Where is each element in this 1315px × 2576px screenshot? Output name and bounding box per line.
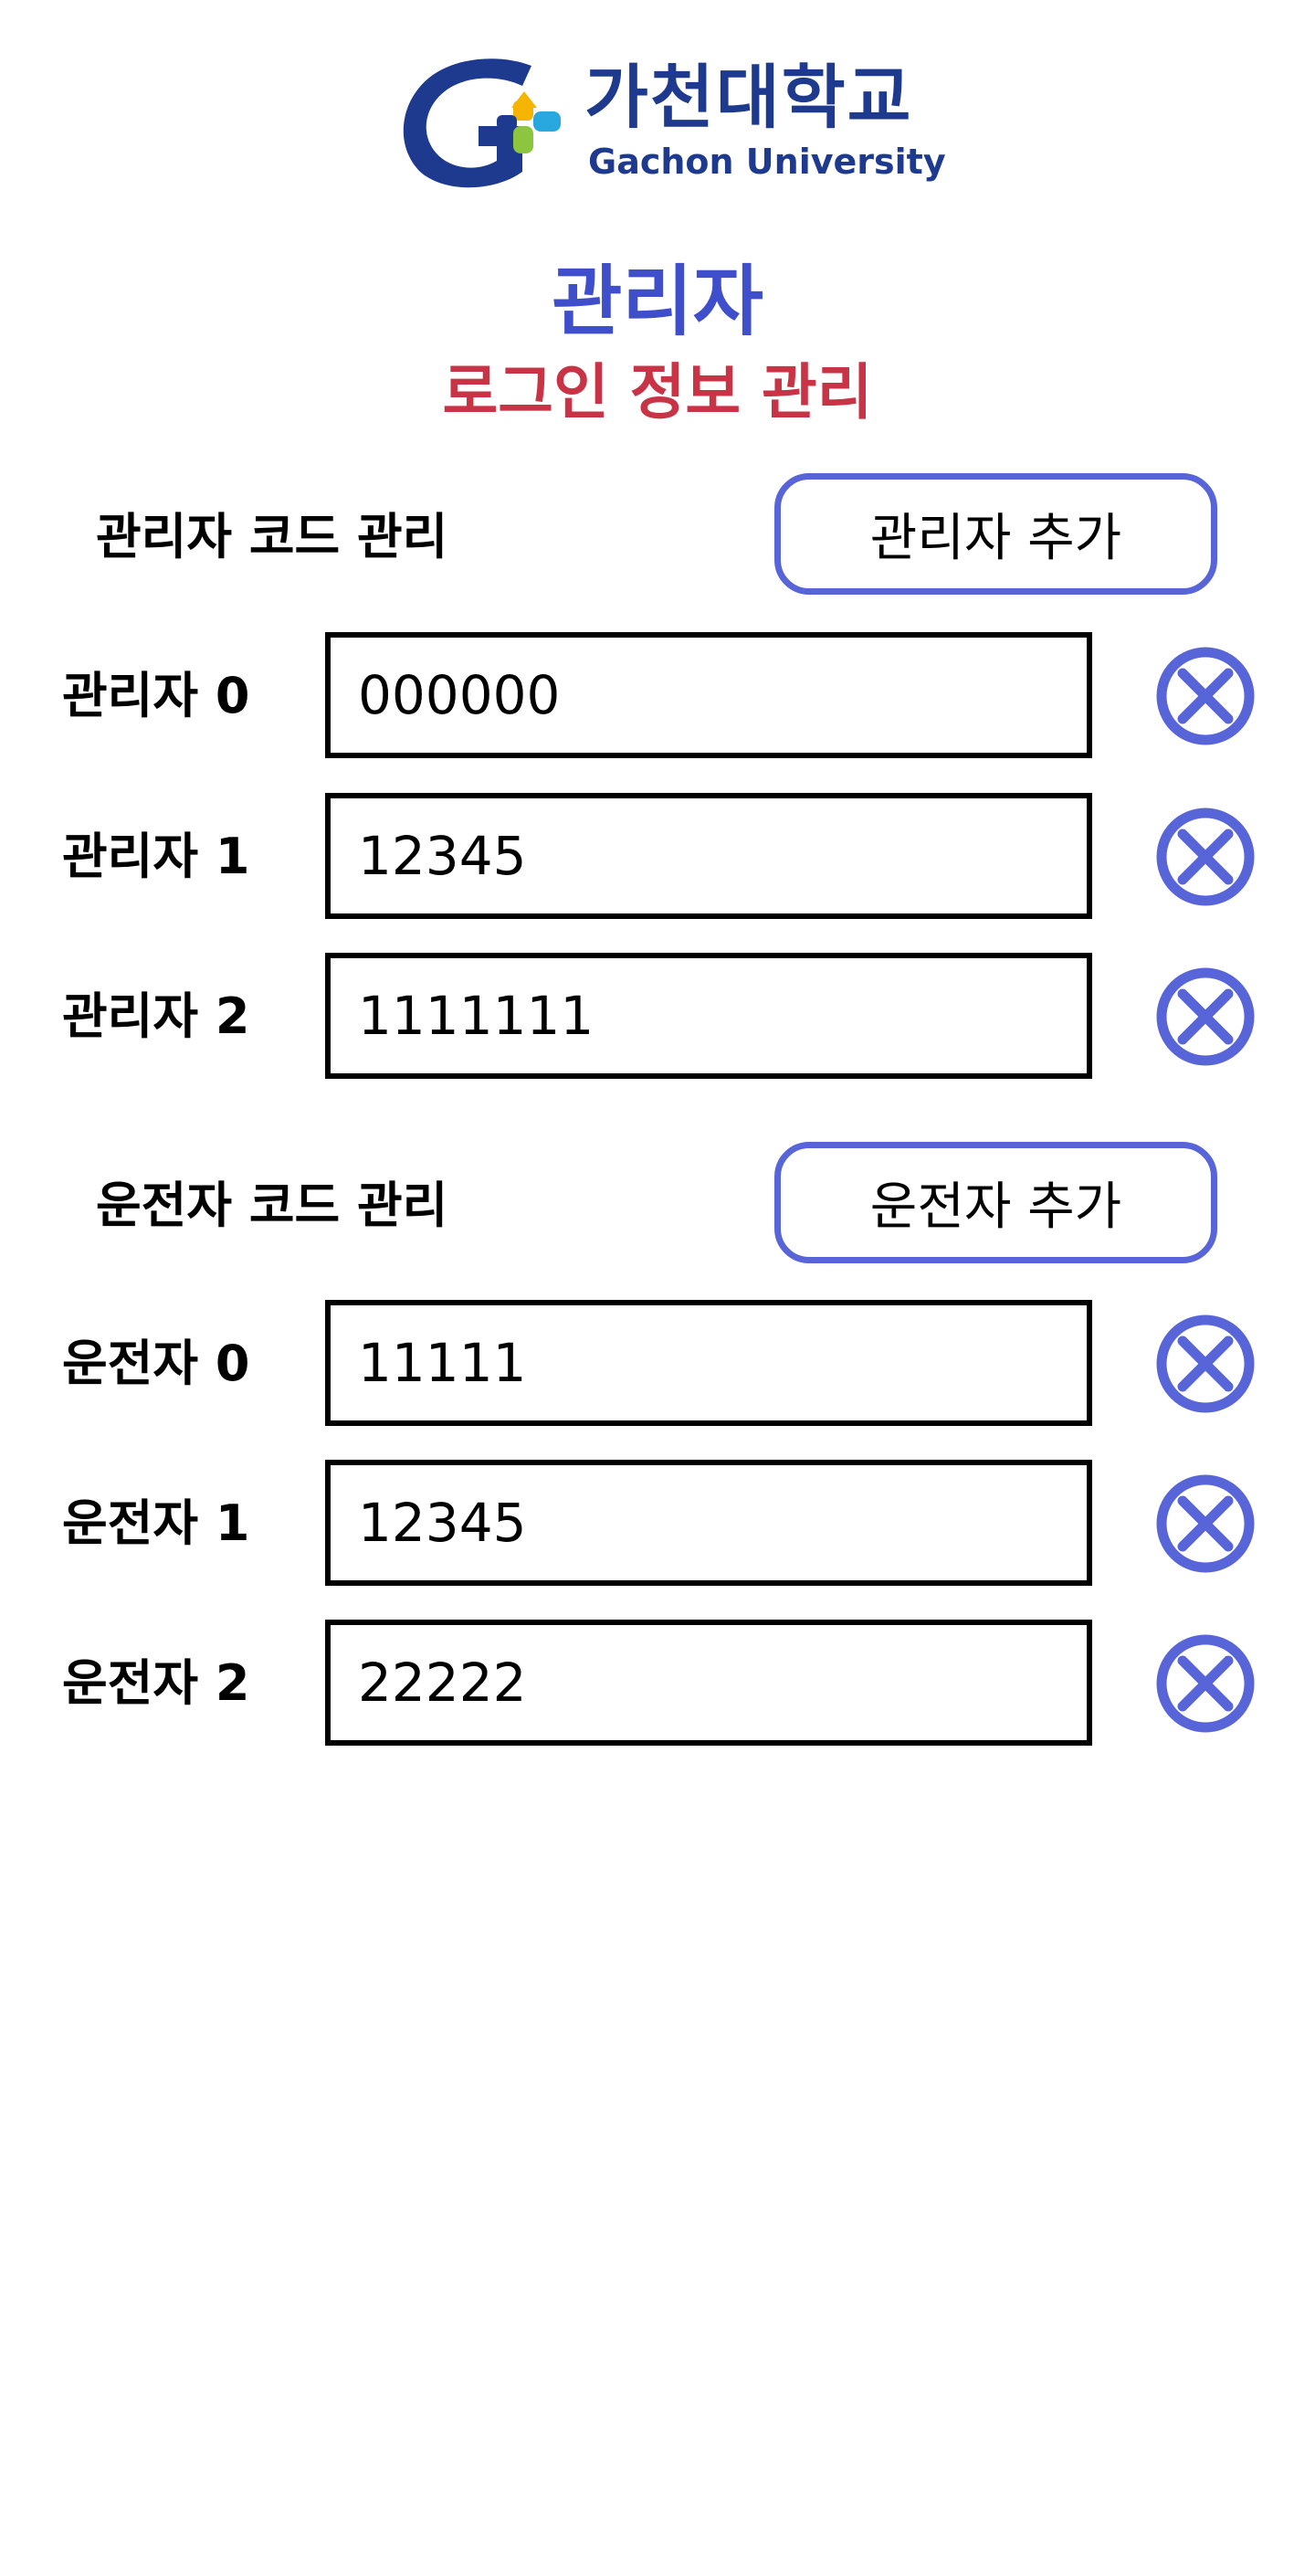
- admin-row: 관리자 2: [0, 953, 1315, 1081]
- driver-row-label: 운전자 0: [62, 1335, 250, 1392]
- close-circle-icon: [1156, 808, 1255, 906]
- add-admin-button[interactable]: 관리자 추가: [774, 473, 1217, 595]
- driver-row: 운전자 1: [0, 1460, 1315, 1588]
- admin-row: 관리자 0: [0, 632, 1315, 760]
- admin-section-header: 관리자 코드 관리 관리자 추가: [0, 473, 1315, 601]
- driver-code-input[interactable]: [325, 1620, 1092, 1746]
- add-driver-button[interactable]: 운전자 추가: [774, 1142, 1217, 1263]
- driver-row: 운전자 0: [0, 1300, 1315, 1428]
- admin-row-label: 관리자 0: [62, 667, 250, 724]
- delete-admin-button[interactable]: [1155, 966, 1256, 1067]
- logo-korean-name: 가천대학교: [584, 57, 913, 138]
- admin-code-input[interactable]: [325, 793, 1092, 919]
- admin-row-label: 관리자 1: [62, 828, 250, 885]
- admin-row-label: 관리자 2: [62, 987, 250, 1045]
- logo-english-name: Gachon University: [588, 142, 946, 182]
- admin-section-label: 관리자 코드 관리: [96, 508, 448, 565]
- driver-row-label: 운전자 2: [62, 1654, 250, 1712]
- driver-section-label: 운전자 코드 관리: [96, 1177, 448, 1234]
- gachon-logo: 가천대학교 Gachon University: [394, 55, 946, 192]
- close-circle-icon: [1156, 967, 1255, 1066]
- delete-driver-button[interactable]: [1155, 1633, 1256, 1734]
- page-title: 관리자: [552, 257, 763, 346]
- close-circle-icon: [1156, 1474, 1255, 1573]
- delete-admin-button[interactable]: [1155, 807, 1256, 907]
- close-circle-icon: [1156, 647, 1255, 745]
- page-subtitle: 로그인 정보 관리: [442, 357, 873, 428]
- delete-driver-button[interactable]: [1155, 1314, 1256, 1414]
- delete-driver-button[interactable]: [1155, 1473, 1256, 1574]
- admin-row: 관리자 1: [0, 793, 1315, 921]
- driver-code-input[interactable]: [325, 1300, 1092, 1426]
- driver-row: 운전자 2: [0, 1620, 1315, 1747]
- driver-row-label: 운전자 1: [62, 1494, 250, 1552]
- close-circle-icon: [1156, 1634, 1255, 1733]
- delete-admin-button[interactable]: [1155, 646, 1256, 746]
- gachon-emblem-icon: [403, 58, 561, 188]
- driver-code-input[interactable]: [325, 1460, 1092, 1586]
- close-circle-icon: [1156, 1314, 1255, 1413]
- driver-section-header: 운전자 코드 관리 운전자 추가: [0, 1142, 1315, 1270]
- admin-code-input[interactable]: [325, 632, 1092, 758]
- admin-code-input[interactable]: [325, 953, 1092, 1079]
